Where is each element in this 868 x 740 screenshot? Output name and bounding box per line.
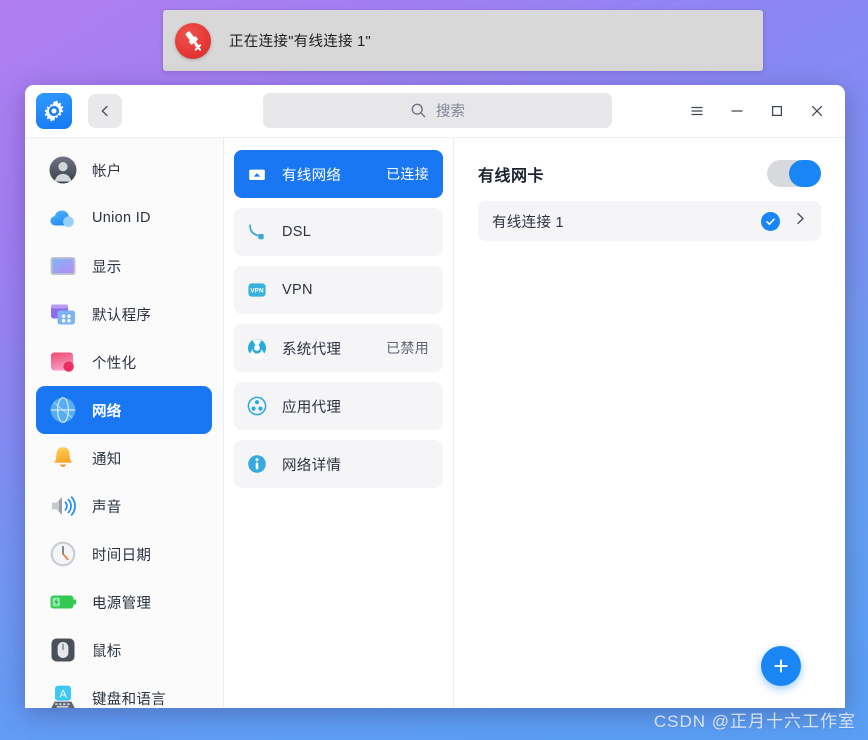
close-button[interactable] xyxy=(797,93,837,129)
app-proxy-icon xyxy=(246,395,268,417)
sidebar: 帐户 Union ID 显示 默认程序 个性化 网络 通知 声音 时间日期 电源… xyxy=(25,138,224,708)
sidebar-item-union-id[interactable]: Union ID xyxy=(36,194,212,242)
network-globe-icon xyxy=(47,394,79,426)
sidebar-item-personalization[interactable]: 个性化 xyxy=(36,338,212,386)
network-item-app-proxy[interactable]: 应用代理 xyxy=(234,382,443,430)
sidebar-item-label: 鼠标 xyxy=(92,643,122,660)
chevron-left-icon xyxy=(101,105,108,117)
chevron-right-icon[interactable] xyxy=(792,210,809,232)
hamburger-menu-icon xyxy=(691,106,703,116)
sidebar-item-label: 时间日期 xyxy=(92,547,152,564)
maximize-button[interactable] xyxy=(757,93,797,129)
settings-window: 帐户 Union ID 显示 默认程序 个性化 网络 通知 声音 时间日期 电源… xyxy=(25,85,845,708)
notification-message: 正在连接"有线连接 1" xyxy=(229,34,371,50)
network-item-label: 应用代理 xyxy=(282,399,342,416)
settings-gear-icon xyxy=(36,93,72,129)
battery-power-icon xyxy=(47,586,79,618)
search-icon xyxy=(411,103,426,118)
back-button[interactable] xyxy=(88,94,122,128)
sidebar-item-label: 通知 xyxy=(92,451,122,468)
notification-bell-icon xyxy=(47,442,79,474)
sidebar-item-sound[interactable]: 声音 xyxy=(36,482,212,530)
maximize-icon xyxy=(771,105,783,117)
window-body: 帐户 Union ID 显示 默认程序 个性化 网络 通知 声音 时间日期 电源… xyxy=(25,137,845,708)
network-item-label: VPN xyxy=(282,282,313,298)
panel-header: 有线网卡 xyxy=(478,160,821,187)
sidebar-item-network[interactable]: 网络 xyxy=(36,386,212,434)
connection-row[interactable]: 有线连接 1 xyxy=(478,201,821,241)
connection-name: 有线连接 1 xyxy=(492,214,564,231)
sidebar-item-label: 帐户 xyxy=(92,163,122,180)
search-input[interactable]: 搜索 xyxy=(263,93,612,128)
clock-icon xyxy=(47,538,79,570)
display-monitor-icon xyxy=(47,250,79,282)
vpn-badge-icon: VPN xyxy=(246,279,268,301)
sidebar-item-power[interactable]: 电源管理 xyxy=(36,578,212,626)
mouse-icon xyxy=(47,634,79,666)
sidebar-item-label: 个性化 xyxy=(92,355,137,372)
network-item-label: DSL xyxy=(282,224,312,240)
notification-toast[interactable]: 正在连接"有线连接 1" xyxy=(163,10,763,71)
svg-text:A: A xyxy=(59,688,67,700)
sidebar-item-default-apps[interactable]: 默认程序 xyxy=(36,290,212,338)
wired-adapter-toggle[interactable] xyxy=(767,160,821,187)
network-item-label: 系统代理 xyxy=(282,341,342,358)
sidebar-item-account[interactable]: 帐户 xyxy=(36,146,212,194)
check-circle-icon xyxy=(761,211,780,231)
sidebar-item-label: 显示 xyxy=(92,259,122,276)
network-item-vpn[interactable]: VPN VPN xyxy=(234,266,443,314)
keyboard-language-icon: A xyxy=(47,682,79,708)
sidebar-item-mouse[interactable]: 鼠标 xyxy=(36,626,212,674)
close-icon xyxy=(811,105,823,117)
network-item-status: 已连接 xyxy=(386,166,429,182)
wired-adapter-panel: 有线网卡 有线连接 1 xyxy=(454,138,845,708)
watermark-text: CSDN @正月十六工作室 xyxy=(653,712,856,731)
info-circle-icon xyxy=(246,453,268,475)
network-disconnected-icon xyxy=(175,22,211,59)
sidebar-item-keyboard-language[interactable]: A 键盘和语言 xyxy=(36,674,212,708)
dsl-cable-icon xyxy=(246,221,268,243)
window-controls xyxy=(677,85,837,137)
network-item-wired[interactable]: 有线网络 已连接 xyxy=(234,150,443,198)
plus-icon xyxy=(774,659,788,673)
network-item-system-proxy[interactable]: 系统代理 已禁用 xyxy=(234,324,443,372)
add-connection-button[interactable] xyxy=(761,646,801,686)
sidebar-item-display[interactable]: 显示 xyxy=(36,242,212,290)
sidebar-item-label: 默认程序 xyxy=(92,307,152,324)
sidebar-item-label: 网络 xyxy=(92,403,122,420)
search-placeholder: 搜索 xyxy=(436,104,465,120)
sidebar-item-label: 键盘和语言 xyxy=(92,691,166,708)
network-item-status: 已禁用 xyxy=(386,340,429,356)
account-avatar-icon xyxy=(47,154,79,186)
cloud-union-id-icon xyxy=(47,202,79,234)
panel-title: 有线网卡 xyxy=(478,167,545,185)
sidebar-item-label: 声音 xyxy=(92,499,122,516)
sidebar-item-label: Union ID xyxy=(92,210,151,226)
personalization-icon xyxy=(47,346,79,378)
network-item-dsl[interactable]: DSL xyxy=(234,208,443,256)
svg-text:VPN: VPN xyxy=(250,288,264,295)
system-proxy-icon xyxy=(246,337,268,359)
toggle-knob xyxy=(789,160,821,187)
network-item-label: 网络详情 xyxy=(282,457,342,474)
minimize-button[interactable] xyxy=(717,93,757,129)
default-apps-icon xyxy=(47,298,79,330)
sidebar-item-label: 电源管理 xyxy=(92,595,152,612)
sound-speaker-icon xyxy=(47,490,79,522)
wired-network-icon xyxy=(246,163,268,185)
network-item-details[interactable]: 网络详情 xyxy=(234,440,443,488)
sidebar-item-datetime[interactable]: 时间日期 xyxy=(36,530,212,578)
menu-button[interactable] xyxy=(677,93,717,129)
minimize-icon xyxy=(731,110,743,112)
sidebar-item-notification[interactable]: 通知 xyxy=(36,434,212,482)
network-category-list: 有线网络 已连接 DSL VPN VPN 系统代理 已禁用 应用代理 网络详情 xyxy=(224,138,454,708)
network-item-label: 有线网络 xyxy=(282,167,342,184)
